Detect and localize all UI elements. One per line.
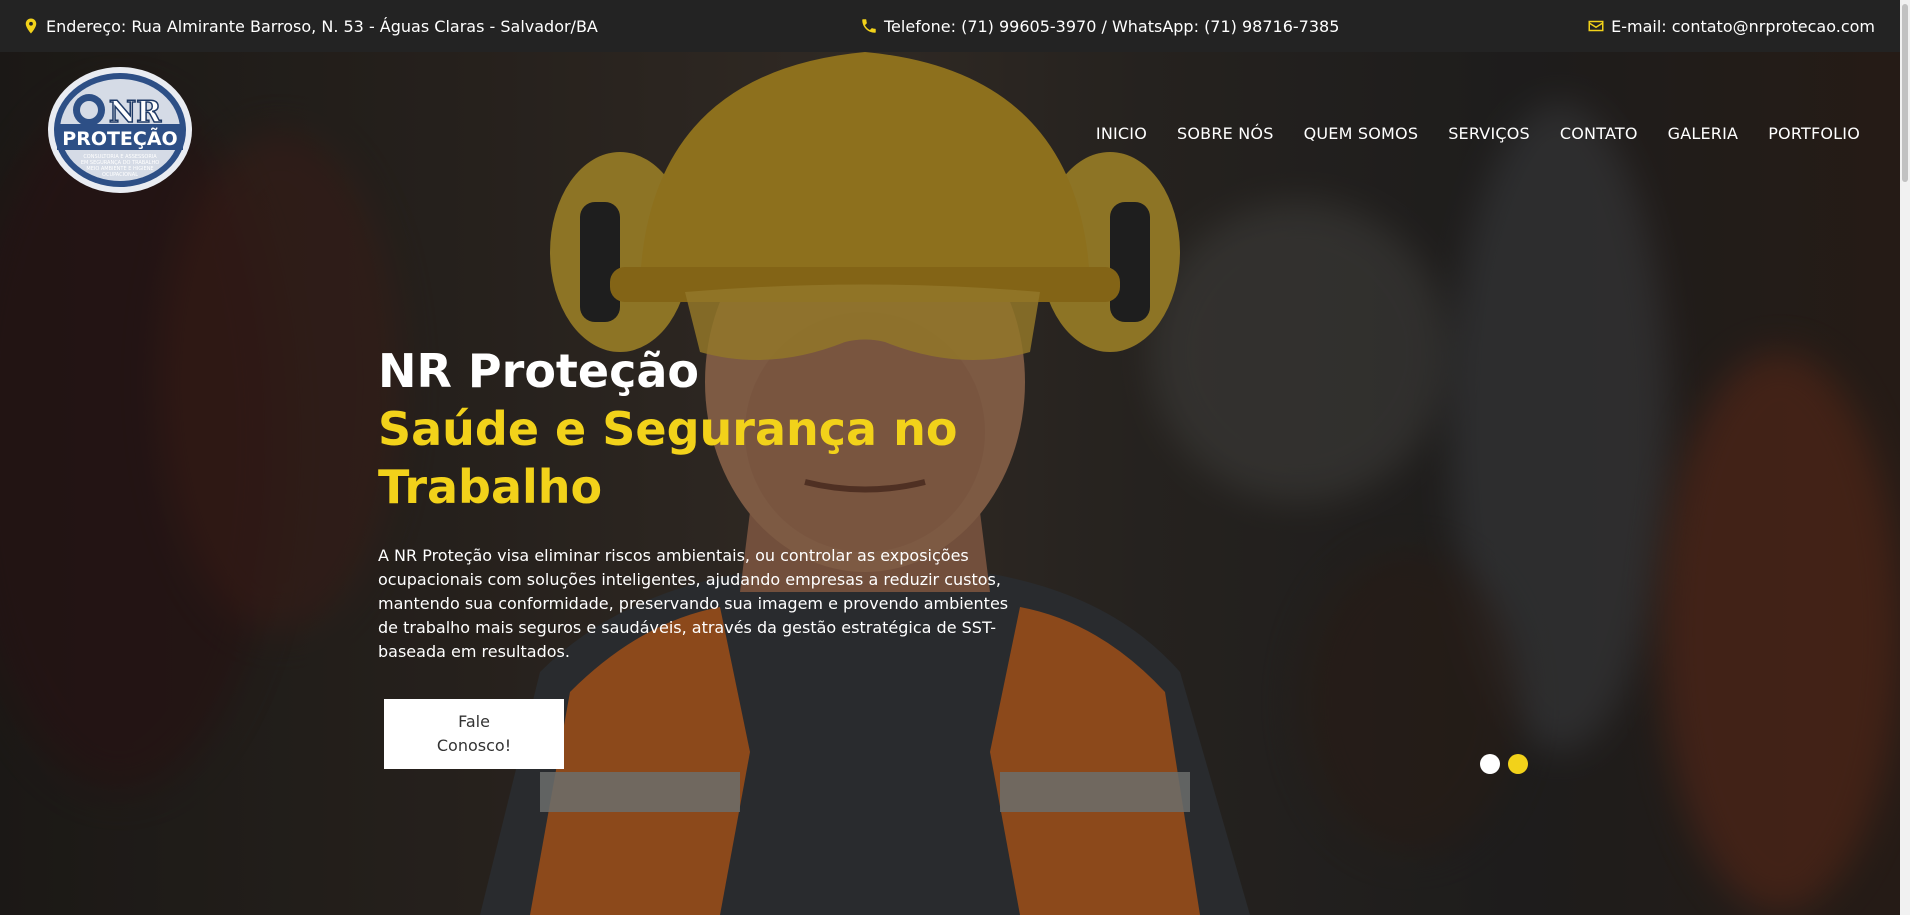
top-info-bar: Endereço: Rua Almirante Barroso, N. 53 -… — [0, 0, 1910, 52]
scrollbar-thumb[interactable] — [1902, 4, 1908, 182]
logo-tagline: OCUPACIONAL — [102, 172, 138, 178]
hero-description: A NR Proteção visa eliminar riscos ambie… — [378, 546, 1009, 661]
nav-item-servicos[interactable]: SERVIÇOS — [1448, 124, 1530, 143]
slider-dot[interactable] — [1480, 754, 1500, 774]
phone-icon — [860, 17, 878, 35]
address-text: Endereço: Rua Almirante Barroso, N. 53 -… — [46, 16, 598, 36]
email-text[interactable]: E-mail: contato@nrprotecao.com — [1611, 17, 1875, 36]
envelope-icon — [1587, 17, 1605, 35]
nr-protecao-logo[interactable]: NR PROTEÇÃO CONSULTORIA E ASSESSORIA EM … — [47, 66, 193, 194]
phone-info: Telefone: (71) 99605-3970 / WhatsApp: (7… — [860, 0, 1339, 52]
email-info: E-mail: contato@nrprotecao.com — [1587, 0, 1875, 52]
hero-content: NR Proteção Saúde e Segurança no Trabalh… — [378, 342, 1028, 664]
page-scrollbar[interactable] — [1900, 0, 1910, 915]
contact-us-button[interactable]: Fale Conosco! — [384, 699, 564, 769]
main-navigation: INICIO SOBRE NÓS QUEM SOMOS SERVIÇOS CON… — [1096, 124, 1860, 143]
logo-line2: PROTEÇÃO — [62, 126, 177, 150]
nav-item-quem-somos[interactable]: QUEM SOMOS — [1304, 124, 1419, 143]
phone-text[interactable]: Telefone: (71) 99605-3970 / WhatsApp: (7… — [884, 17, 1339, 36]
address-info: Endereço: Rua Almirante Barroso, N. 53 -… — [22, 0, 598, 52]
nav-item-sobre-nos[interactable]: SOBRE NÓS — [1177, 124, 1274, 143]
nav-item-galeria[interactable]: GALERIA — [1668, 124, 1739, 143]
slider-pagination — [1480, 754, 1528, 774]
nav-item-contato[interactable]: CONTATO — [1560, 124, 1638, 143]
slider-dot-active[interactable] — [1508, 754, 1528, 774]
hero-title: NR Proteção — [378, 344, 700, 398]
hero-subtitle: Saúde e Segurança no Trabalho — [378, 402, 958, 514]
map-pin-icon — [22, 17, 40, 35]
nav-item-portfolio[interactable]: PORTFOLIO — [1768, 124, 1860, 143]
nav-item-inicio[interactable]: INICIO — [1096, 124, 1147, 143]
